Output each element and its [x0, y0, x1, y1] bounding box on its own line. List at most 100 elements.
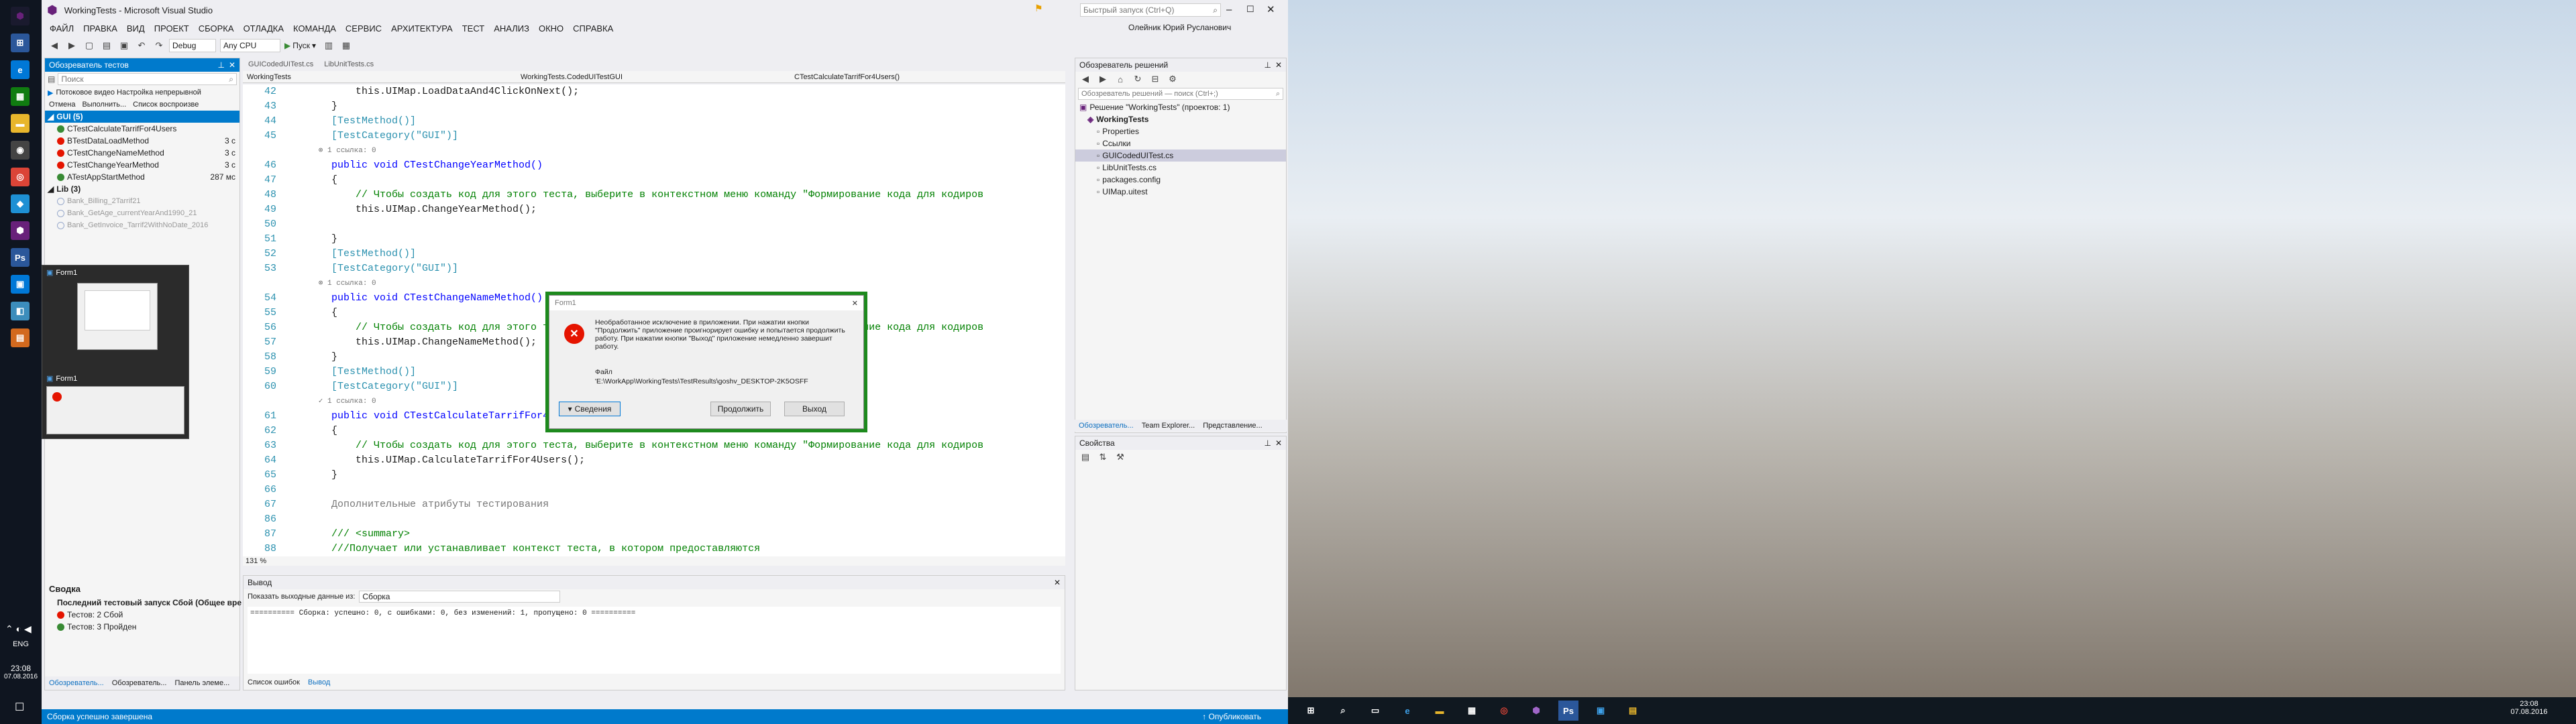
- test-search-input[interactable]: Поиск ⌕: [58, 73, 237, 85]
- maximize-button[interactable]: ☐: [1246, 4, 1254, 15]
- chrome-icon[interactable]: ◎: [1494, 701, 1514, 721]
- menu-item[interactable]: КОМАНДА: [293, 23, 336, 34]
- test-row[interactable]: ATestAppStartMethod 287 мс: [45, 171, 239, 183]
- tab-gui-coded-ui-test[interactable]: GUICodedUITest.cs: [243, 58, 319, 71]
- solution-root[interactable]: ▣ Решение "WorkingTests" (проектов: 1): [1075, 101, 1286, 113]
- solution-item[interactable]: ▫ UIMap.uitest: [1075, 186, 1286, 198]
- collapse-icon[interactable]: ⊟: [1148, 72, 1163, 86]
- zoom-level[interactable]: 131 %: [243, 557, 266, 565]
- back-icon[interactable]: ◀: [1078, 72, 1093, 86]
- cancel-link[interactable]: Отмена: [49, 101, 75, 109]
- app4-icon[interactable]: ◧: [11, 302, 30, 320]
- app-icon[interactable]: ◉: [11, 141, 30, 160]
- solution-item[interactable]: ▫ GUICodedUITest.cs: [1075, 149, 1286, 162]
- bottom-tab-explorer2[interactable]: Обозреватель...: [108, 679, 171, 687]
- bottom-tab-test-explorer[interactable]: Обозреватель...: [45, 679, 108, 687]
- continue-button[interactable]: Продолжить: [710, 402, 771, 416]
- forward-icon[interactable]: ▶: [64, 39, 79, 52]
- panel-close-icon[interactable]: ✕: [229, 60, 235, 70]
- store-icon[interactable]: ▦: [11, 87, 30, 106]
- back-icon[interactable]: ◀: [47, 39, 62, 52]
- notifications-flag-icon[interactable]: ⚑: [1034, 3, 1043, 14]
- nav-project-select[interactable]: WorkingTests: [243, 73, 517, 81]
- config-select[interactable]: Debug: [169, 39, 216, 52]
- save-icon[interactable]: ▣: [117, 39, 131, 52]
- task-view-icon[interactable]: ▭: [1365, 701, 1385, 721]
- test-row[interactable]: Bank_Billing_2Tarrif21: [45, 195, 239, 207]
- app2-icon[interactable]: ▤: [1623, 701, 1643, 721]
- app3-icon[interactable]: ▣: [11, 275, 30, 294]
- pin-icon[interactable]: ⊥: [1264, 438, 1271, 448]
- menu-item[interactable]: ПРАВКА: [83, 23, 117, 34]
- categorized-icon[interactable]: ▤: [1078, 450, 1093, 464]
- user-name[interactable]: Олейник Юрий Русланович: [1128, 23, 1231, 32]
- test-row[interactable]: CTestChangeYearMethod 3 с: [45, 159, 239, 171]
- group-icon[interactable]: ▤: [48, 74, 55, 84]
- refresh-icon[interactable]: ↻: [1130, 72, 1145, 86]
- menu-item[interactable]: АНАЛИЗ: [494, 23, 529, 34]
- nav-member-select[interactable]: CTestCalculateTarrifFor4Users(): [790, 73, 1064, 81]
- solution-item[interactable]: ▫ Ссылки: [1075, 137, 1286, 149]
- test-row[interactable]: CTestCalculateTarrifFor4Users: [45, 123, 239, 135]
- continuous-run-row[interactable]: ▶ Потоковое видео Настройка непрерывной: [45, 86, 239, 99]
- solution-search-input[interactable]: Обозреватель решений — поиск (Ctrl+;) ⌕: [1078, 88, 1283, 100]
- photoshop-icon[interactable]: Ps: [11, 248, 30, 267]
- dialog-close-button[interactable]: ✕: [852, 299, 858, 308]
- start-button[interactable]: ▶ Пуск ▾: [284, 41, 316, 50]
- test-row[interactable]: Bank_GetInvoice_Tarrif2WithNoDate_2016: [45, 219, 239, 231]
- nav-class-select[interactable]: WorkingTests.CodedUITestGUI: [517, 73, 790, 81]
- right-clock[interactable]: 23:08 07.08.2016: [2496, 700, 2563, 716]
- thumb2-preview[interactable]: [46, 386, 184, 434]
- playlist-link[interactable]: Список воспроизве: [133, 101, 199, 109]
- tab-solution-explorer[interactable]: Обозреватель...: [1075, 422, 1138, 430]
- notification-icon[interactable]: ☐: [15, 701, 24, 714]
- edge-icon[interactable]: e: [1397, 701, 1417, 721]
- windows-icon[interactable]: ⊞: [11, 34, 30, 52]
- panel-close-icon[interactable]: ✕: [1275, 438, 1282, 448]
- home-icon[interactable]: ⌂: [1113, 72, 1128, 86]
- photoshop-icon[interactable]: Ps: [1558, 701, 1578, 721]
- thumb1-title[interactable]: ▣ Form1: [46, 268, 77, 278]
- toolbar-extra-icon[interactable]: ▥: [321, 39, 336, 52]
- test-row[interactable]: BTestDataLoadMethod 3 с: [45, 135, 239, 147]
- visual-studio-icon[interactable]: ⬢: [11, 7, 30, 25]
- windows-start-icon[interactable]: ⊞: [1301, 701, 1321, 721]
- panel-close-icon[interactable]: ✕: [1054, 578, 1061, 587]
- open-icon[interactable]: ▤: [99, 39, 114, 52]
- thumb2-title[interactable]: ▣ Form1: [46, 374, 77, 383]
- pin-icon[interactable]: ⊥: [1264, 60, 1271, 70]
- details-button[interactable]: ▾ Сведения: [559, 402, 621, 416]
- thumb1-preview[interactable]: [77, 283, 158, 350]
- app5-icon[interactable]: ▤: [11, 328, 30, 347]
- menu-item[interactable]: ВИД: [127, 23, 145, 34]
- properties-icon[interactable]: ⚙: [1165, 72, 1180, 86]
- edge-icon[interactable]: e: [11, 60, 30, 79]
- menu-item[interactable]: СЕРВИС: [345, 23, 382, 34]
- exit-button[interactable]: Выход: [784, 402, 845, 416]
- tab-class-view[interactable]: Представление...: [1199, 422, 1266, 430]
- quick-launch-input[interactable]: Быстрый запуск (Ctrl+Q) ⌕: [1080, 3, 1221, 17]
- toolbar-extra2-icon[interactable]: ▦: [339, 39, 354, 52]
- left-clock[interactable]: 23:08 07.08.2016: [0, 664, 42, 680]
- tab-team-explorer[interactable]: Team Explorer...: [1138, 422, 1199, 430]
- tray-icons[interactable]: ⌃ ◐ ◀: [5, 623, 32, 635]
- test-row[interactable]: CTestChangeNameMethod 3 с: [45, 147, 239, 159]
- language-indicator[interactable]: ENG: [0, 640, 42, 648]
- project-node[interactable]: ◈ WorkingTests: [1075, 113, 1286, 125]
- wrench-icon[interactable]: ⚒: [1113, 450, 1128, 464]
- solution-item[interactable]: ▫ LibUnitTests.cs: [1075, 162, 1286, 174]
- menu-item[interactable]: ТЕСТ: [462, 23, 485, 34]
- publish-button[interactable]: ↑ Опубликовать: [1202, 712, 1288, 721]
- solution-item[interactable]: ▫ Properties: [1075, 125, 1286, 137]
- tab-lib-unit-tests[interactable]: LibUnitTests.cs: [319, 58, 379, 71]
- menu-item[interactable]: ФАЙЛ: [50, 23, 74, 34]
- visual-studio-icon[interactable]: ⬢: [1526, 701, 1546, 721]
- pin-icon[interactable]: ⊥: [217, 60, 224, 70]
- app-icon[interactable]: ▣: [1591, 701, 1611, 721]
- store-icon[interactable]: ▦: [1462, 701, 1482, 721]
- tab-output[interactable]: Вывод: [304, 678, 334, 686]
- menu-item[interactable]: ОКНО: [539, 23, 564, 34]
- output-source-select[interactable]: Сборка: [359, 591, 561, 603]
- undo-icon[interactable]: ↶: [134, 39, 149, 52]
- test-row[interactable]: Bank_GetAge_currentYearAnd1990_21: [45, 207, 239, 219]
